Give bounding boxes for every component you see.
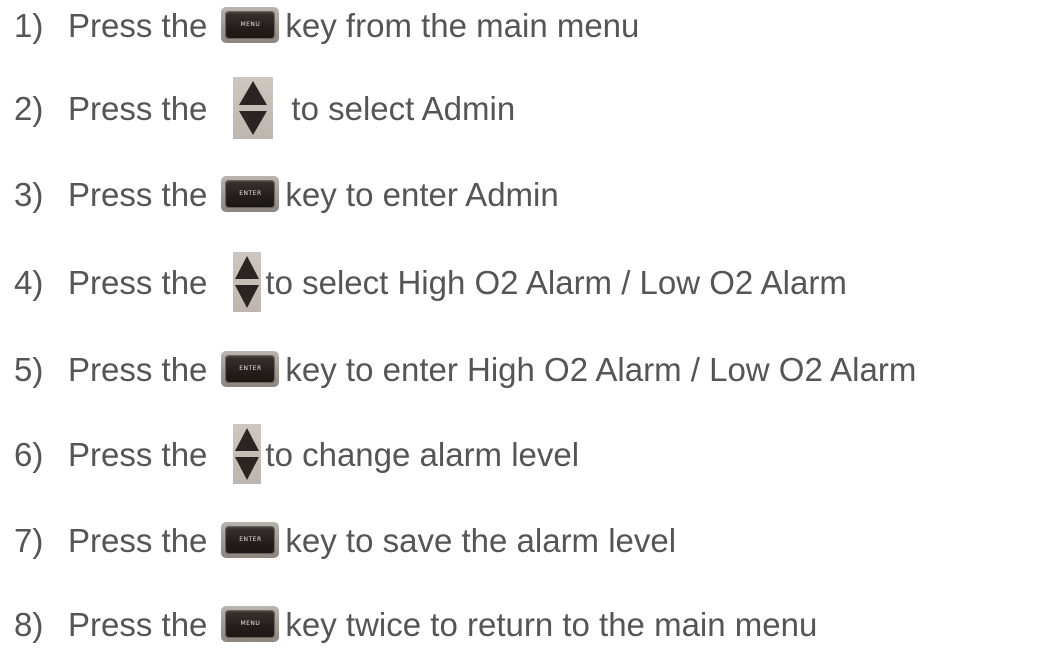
up-down-arrows-icon <box>233 252 262 312</box>
menu-key-icon: MENU <box>221 606 280 642</box>
step-press-text: Press the <box>68 435 208 473</box>
step-1: 1) Press the MENU key from the main menu <box>14 0 639 55</box>
step-instruction: to change alarm level <box>265 435 580 473</box>
step-press-text: Press the <box>68 89 208 127</box>
step-5: 5) Press the ENTER key to enter High O2 … <box>14 339 916 399</box>
enter-key-icon: ENTER <box>221 176 280 212</box>
menu-key-label: MENU <box>240 620 261 627</box>
step-number: 3) <box>14 175 44 213</box>
step-instruction: key twice to return to the main menu <box>285 605 818 643</box>
menu-key-icon: MENU <box>221 7 280 43</box>
enter-key-label: ENTER <box>239 536 262 543</box>
step-number: 5) <box>14 350 44 388</box>
step-press-text: Press the <box>68 521 208 559</box>
up-down-arrows-icon <box>233 77 274 139</box>
step-instruction: key from the main menu <box>285 6 640 44</box>
step-instruction: key to enter High O2 Alarm / Low O2 Alar… <box>285 350 917 388</box>
step-press-text: Press the <box>68 175 208 213</box>
step-number: 7) <box>14 521 44 559</box>
step-instruction: to select Admin <box>291 89 516 127</box>
enter-key-icon: ENTER <box>221 351 280 387</box>
step-number: 1) <box>14 6 44 44</box>
menu-key-label: MENU <box>240 21 261 28</box>
step-6: 6) Press the to change alarm level <box>14 424 579 484</box>
enter-key-icon: ENTER <box>221 522 280 558</box>
enter-key-label: ENTER <box>239 190 262 197</box>
enter-key-label: ENTER <box>239 365 262 372</box>
step-number: 6) <box>14 435 44 473</box>
step-7: 7) Press the ENTER key to save the alarm… <box>14 510 676 570</box>
step-number: 8) <box>14 605 44 643</box>
step-instruction: key to enter Admin <box>285 175 559 213</box>
step-press-text: Press the <box>68 350 208 388</box>
step-instruction: key to save the alarm level <box>285 521 677 559</box>
step-number: 4) <box>14 263 44 301</box>
step-press-text: Press the <box>68 605 208 643</box>
step-8: 8) Press the MENU key twice to return to… <box>14 594 817 654</box>
step-3: 3) Press the ENTER key to enter Admin <box>14 164 559 224</box>
step-press-text: Press the <box>68 6 208 44</box>
step-2: 2) Press the to select Admin <box>14 77 516 139</box>
step-press-text: Press the <box>68 263 208 301</box>
step-instruction: to select High O2 Alarm / Low O2 Alarm <box>265 263 847 301</box>
step-4: 4) Press the to select High O2 Alarm / L… <box>14 252 847 312</box>
up-down-arrows-icon <box>233 424 262 484</box>
step-number: 2) <box>14 89 44 127</box>
